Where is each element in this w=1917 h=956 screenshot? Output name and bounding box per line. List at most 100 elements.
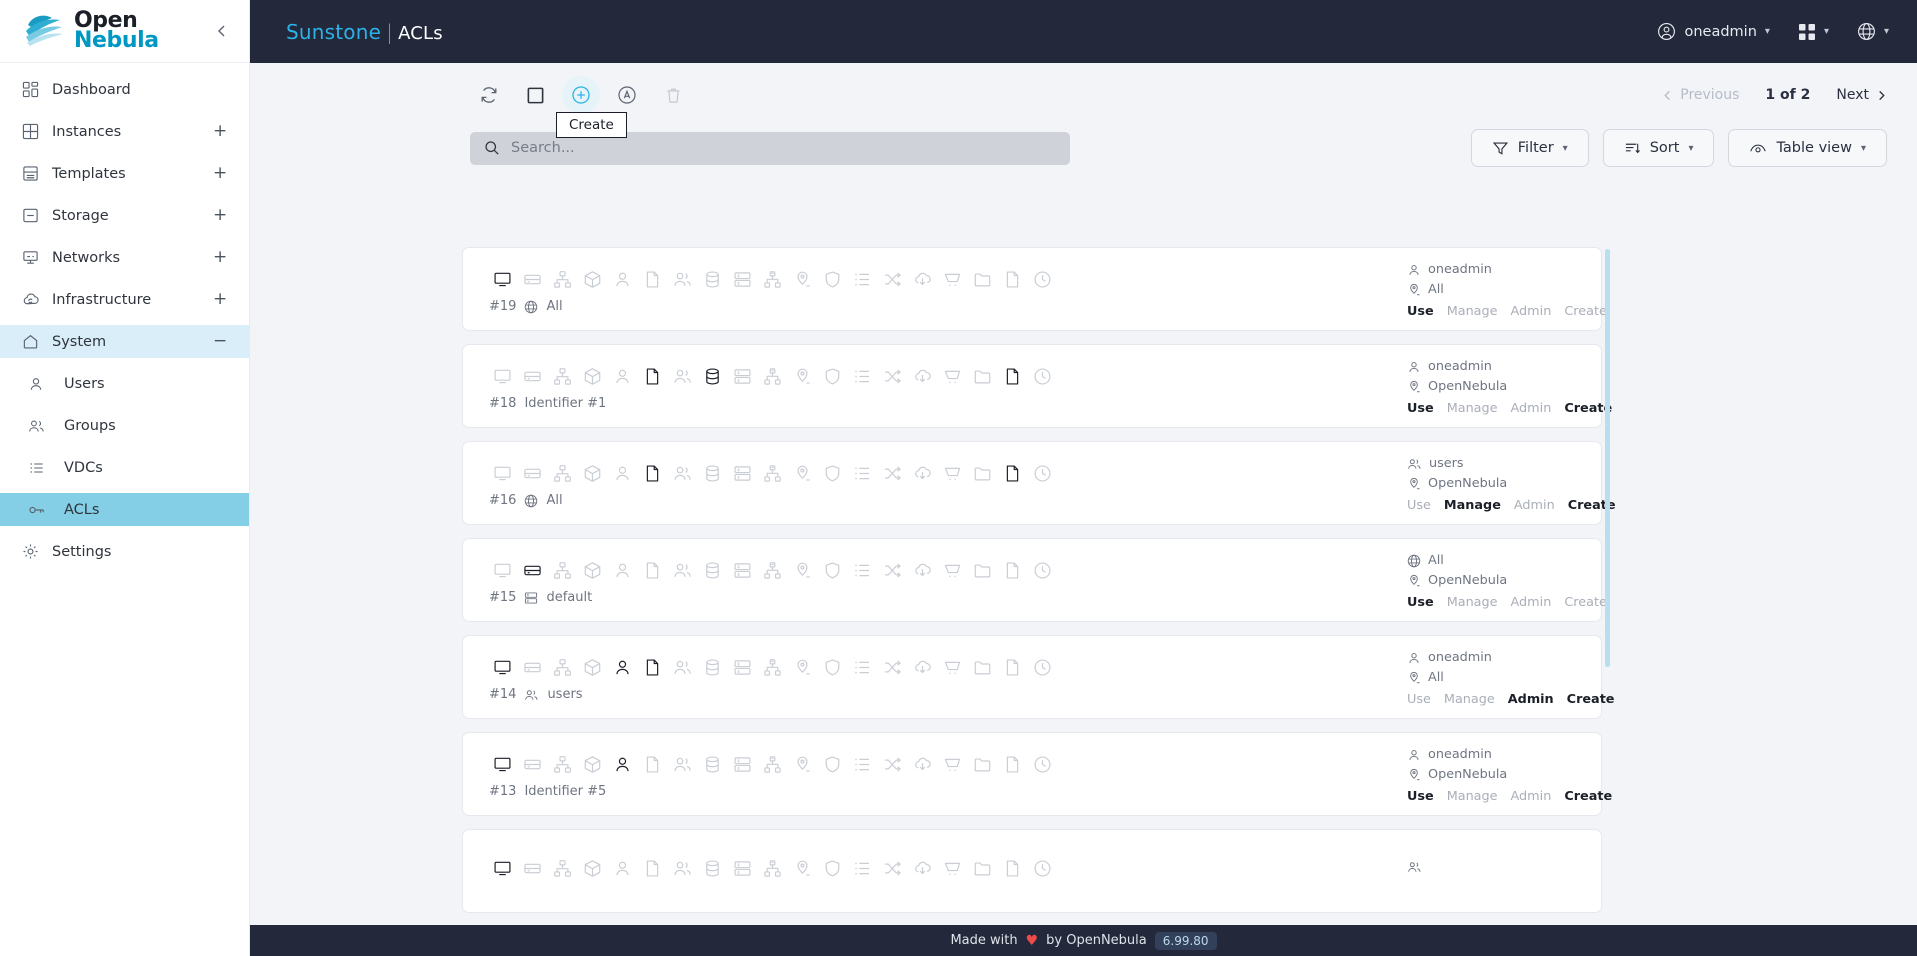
permission-create: Create: [1566, 692, 1615, 707]
title-separator: |: [386, 19, 394, 44]
backupjob-file-icon: [997, 656, 1027, 678]
document-icon: [637, 656, 667, 678]
acl-card[interactable]: #15 default All OpenNebula Use Manage Admin Cre…: [462, 538, 1607, 622]
acl-card-right: oneadmin All Use Manage Admin Create: [1407, 647, 1615, 707]
template-box-icon: [577, 858, 607, 880]
sidebar-collapse-indicator[interactable]: −: [213, 333, 227, 350]
acl-permissions: Use Manage Admin Create: [1407, 789, 1612, 804]
search-icon: [484, 140, 500, 156]
language-menu-button[interactable]: ▾: [1857, 22, 1889, 41]
scheduled-action-clock-icon: [1027, 462, 1057, 484]
list-scrollbar[interactable]: [1605, 249, 1610, 667]
user-menu-button[interactable]: oneadmin ▾: [1657, 22, 1770, 41]
vrouter-shuffle-icon: [877, 268, 907, 290]
footer: Made with ♥ by OpenNebula 6.99.80: [250, 925, 1917, 956]
sidebar-item-label: Infrastructure: [52, 291, 152, 308]
sidebar-item-templates[interactable]: Templates +: [0, 157, 249, 190]
marketplace-app-cart-icon: [937, 462, 967, 484]
acl-card-meta: #13 Identifier #5: [487, 784, 1407, 799]
circle-a-icon: [617, 85, 637, 105]
cluster-icon: [727, 656, 757, 678]
plus-circle-icon: [571, 85, 591, 105]
acl-card-meta: #19 All: [487, 299, 1407, 314]
dashboard-icon: [22, 81, 52, 98]
vrouter-shuffle-icon: [877, 365, 907, 387]
permission-create: Create: [1564, 595, 1607, 610]
sidebar-collapse-button[interactable]: [209, 18, 235, 44]
scheduled-action-clock-icon: [1027, 656, 1057, 678]
opennebula-logo[interactable]: Open Nebula: [22, 9, 209, 52]
cluster-icon: [727, 365, 757, 387]
acl-card[interactable]: #14 users oneadmin All Use Manage Admin Create: [462, 635, 1615, 719]
add-group-button[interactable]: [608, 76, 646, 114]
acl-card[interactable]: #18 Identifier #1 oneadmin OpenNebula Use Man…: [462, 344, 1612, 428]
vm-group-folder-icon: [967, 365, 997, 387]
sidebar-expand-indicator[interactable]: +: [213, 123, 227, 140]
apps-menu-button[interactable]: ▾: [1798, 23, 1829, 41]
permission-create: Create: [1564, 789, 1613, 804]
user-icon: [607, 858, 637, 880]
sidebar-item-dashboard[interactable]: Dashboard: [0, 73, 249, 106]
resource-type-icons: [487, 656, 1407, 678]
sidebar-item-instances[interactable]: Instances +: [0, 115, 249, 148]
acl-card-left: #14 users: [487, 652, 1407, 702]
footer-made-with: Made with: [950, 933, 1018, 948]
image-drive-icon: [517, 268, 547, 290]
acl-card[interactable]: [462, 829, 1602, 913]
group-icon: [667, 559, 697, 581]
permission-manage: Manage: [1446, 304, 1498, 319]
toolbar-row: Create Previous 1 of 2 Next: [250, 63, 1917, 138]
chevron-down-icon: ▾: [1823, 26, 1829, 37]
acl-card[interactable]: #16 All users OpenNebula Use Manage Admin Creat…: [462, 441, 1616, 525]
group-icon: [667, 365, 697, 387]
zone-pin-icon: [1407, 574, 1421, 588]
acl-applies-to-label: default: [546, 590, 593, 605]
sidebar-item-networks[interactable]: Networks +: [0, 241, 249, 274]
vdc-list-icon: [847, 656, 877, 678]
select-all-checkbox[interactable]: [516, 76, 554, 114]
sort-button[interactable]: Sort ▾: [1602, 129, 1715, 167]
sidebar-item-label: System: [52, 333, 107, 350]
sidebar-item-infrastructure[interactable]: Infrastructure +: [0, 283, 249, 316]
marketplace-cloud-icon: [907, 753, 937, 775]
previous-page-button[interactable]: Previous: [1662, 87, 1739, 103]
refresh-button[interactable]: [470, 76, 508, 114]
vrouter-shuffle-icon: [877, 858, 907, 880]
sidebar-expand-indicator[interactable]: +: [213, 207, 227, 224]
zone-pin-icon: [787, 858, 817, 880]
virtual-network-icon: [547, 656, 577, 678]
sidebar-item-storage[interactable]: Storage +: [0, 199, 249, 232]
sidebar-item-vdcs[interactable]: VDCs: [0, 451, 249, 484]
acl-list-scroll-region[interactable]: #19 All oneadmin All Use Manage Admin Create #18…: [250, 223, 1917, 925]
image-drive-icon: [517, 462, 547, 484]
datastore-icon: [697, 656, 727, 678]
acl-card-right: oneadmin OpenNebula Use Manage Admin Create: [1407, 356, 1612, 416]
acl-card[interactable]: #13 Identifier #5 oneadmin OpenNebula Use Man…: [462, 732, 1612, 816]
sidebar-item-groups[interactable]: Groups: [0, 409, 249, 442]
datastore-icon: [697, 753, 727, 775]
sidebar-item-settings[interactable]: Settings: [0, 535, 249, 568]
next-page-button[interactable]: Next: [1836, 87, 1887, 103]
sidebar-item-system[interactable]: System −: [0, 325, 249, 358]
sidebar-expand-indicator[interactable]: +: [213, 165, 227, 182]
zone-pin-icon: [1407, 380, 1421, 394]
acl-zone-line: OpenNebula: [1407, 767, 1579, 782]
sidebar-expand-indicator[interactable]: +: [213, 291, 227, 308]
cluster-icon: [524, 591, 538, 605]
acl-card-meta: #18 Identifier #1: [487, 396, 1407, 411]
sidebar-item-acls[interactable]: ACLs: [0, 493, 249, 526]
delete-button[interactable]: [654, 76, 692, 114]
sidebar-item-users[interactable]: Users: [0, 367, 249, 400]
create-button[interactable]: [562, 76, 600, 114]
acl-user-label: oneadmin: [1428, 262, 1492, 277]
acl-card[interactable]: #19 All oneadmin All Use Manage Admin Create: [462, 247, 1607, 331]
sidebar-expand-indicator[interactable]: +: [213, 249, 227, 266]
acl-user-line: oneadmin: [1407, 359, 1579, 374]
acl-user-label: users: [1429, 456, 1464, 471]
filter-button[interactable]: Filter ▾: [1470, 129, 1589, 167]
acl-zone-label: OpenNebula: [1428, 379, 1508, 394]
table-view-button[interactable]: Table view ▾: [1728, 129, 1887, 167]
next-page-label: Next: [1836, 87, 1869, 103]
acl-user-line: users: [1407, 456, 1579, 471]
acl-id: #14: [489, 687, 517, 702]
